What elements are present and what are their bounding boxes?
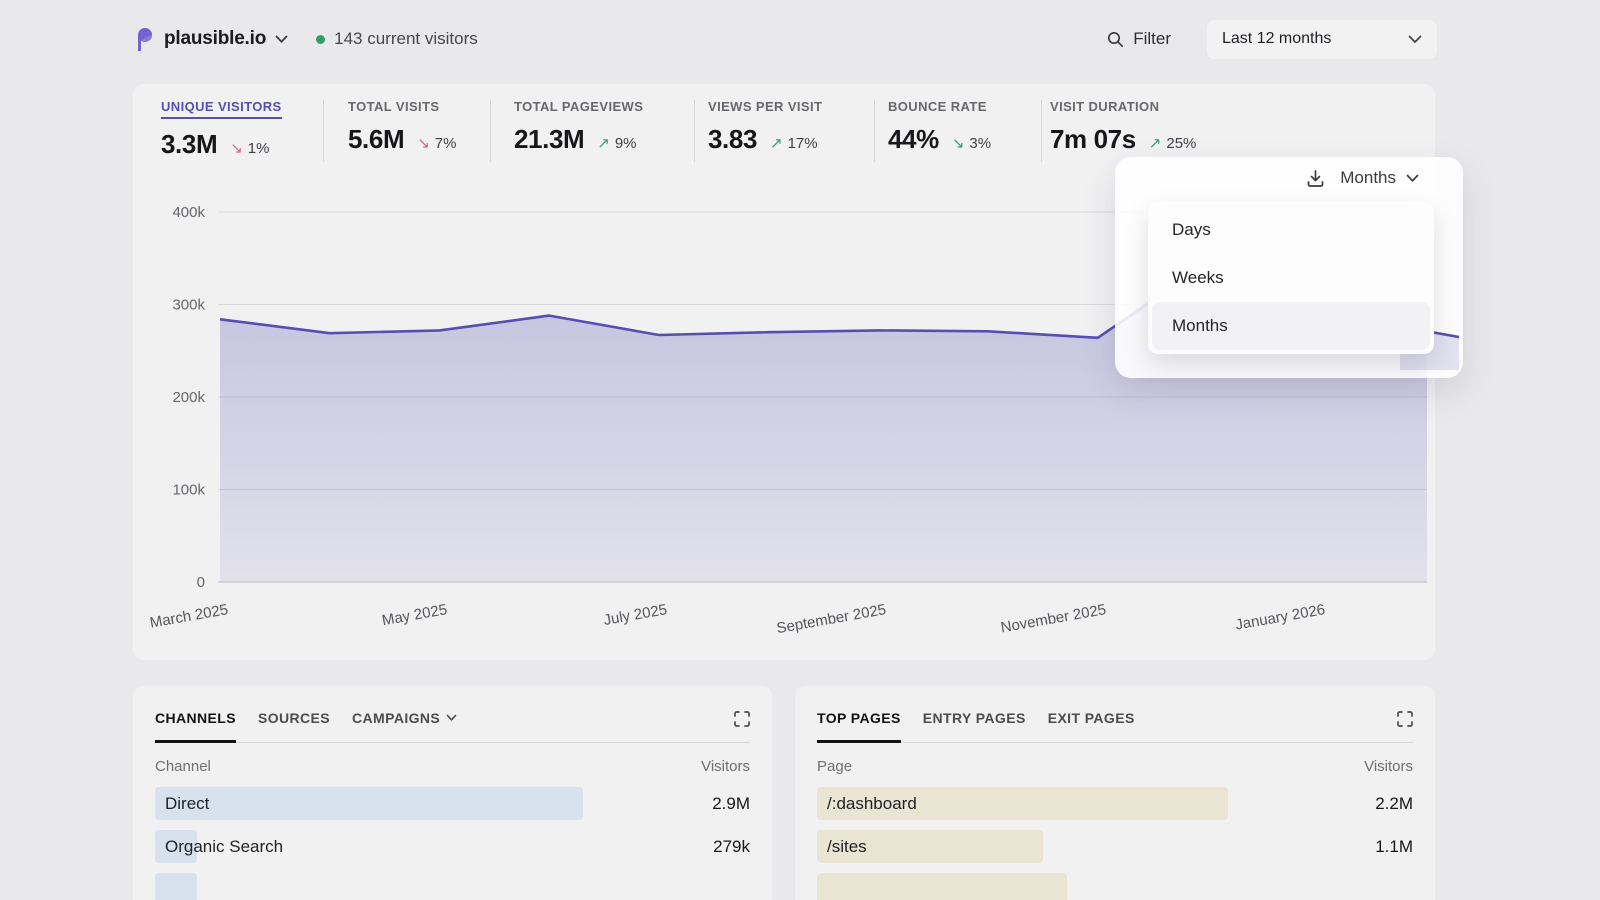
- site-name: plausible.io: [164, 28, 266, 50]
- channels-table: Direct 2.9M Organic Search 279k: [155, 787, 750, 900]
- row-value: 2.9M: [712, 794, 750, 814]
- interval-dropdown-button[interactable]: Months: [1340, 168, 1419, 188]
- date-range-value: Last 12 months: [1222, 30, 1331, 48]
- tab-label: TOP PAGES: [817, 710, 901, 726]
- table-row[interactable]: /sites 1.1M: [817, 830, 1413, 863]
- pages-panel: TOP PAGES ENTRY PAGES EXIT PAGES Page Visi…: [795, 686, 1435, 900]
- row-label: /sites: [817, 837, 867, 857]
- row-label: Organic Search: [155, 837, 283, 857]
- expand-icon: [1397, 711, 1413, 727]
- visitors-column-header: Visitors: [1364, 758, 1413, 775]
- channels-tab-sources[interactable]: SOURCES: [258, 710, 330, 742]
- site-switcher[interactable]: plausible.io: [133, 26, 288, 52]
- interval-option-weeks[interactable]: Weeks: [1152, 254, 1430, 302]
- date-range-selector[interactable]: Last 12 months: [1207, 20, 1437, 59]
- download-icon[interactable]: [1306, 169, 1325, 188]
- interval-menu: DaysWeeksMonths: [1148, 202, 1434, 354]
- row-label: /:dashboard: [817, 794, 917, 814]
- tab-label: ENTRY PAGES: [923, 710, 1026, 726]
- chevron-down-icon: [1406, 174, 1419, 183]
- interval-selected-value: Months: [1340, 168, 1396, 188]
- channels-tabs: CHANNELS SOURCES CAMPAIGNS: [155, 710, 750, 743]
- tab-label: CAMPAIGNS: [352, 710, 440, 726]
- current-visitors-label: 143 current visitors: [334, 29, 478, 49]
- channels-column-headers: Channel Visitors: [155, 758, 750, 775]
- row-value: 2.2M: [1375, 794, 1413, 814]
- pages-tab-entry-pages[interactable]: ENTRY PAGES: [923, 710, 1026, 742]
- channel-column-header: Channel: [155, 758, 211, 775]
- visitors-column-header: Visitors: [701, 758, 750, 775]
- row-bar: [817, 873, 1067, 900]
- y-axis-tick: 100k: [172, 482, 205, 499]
- pages-tab-exit-pages[interactable]: EXIT PAGES: [1048, 710, 1135, 742]
- pages-tabs: TOP PAGES ENTRY PAGES EXIT PAGES: [817, 710, 1413, 743]
- channels-panel: CHANNELS SOURCES CAMPAIGNS Channel Visitor…: [133, 686, 772, 900]
- channels-expand-button[interactable]: [734, 710, 750, 727]
- table-row[interactable]: Direct 2.9M: [155, 787, 750, 820]
- channels-tab-campaigns[interactable]: CAMPAIGNS: [352, 710, 457, 742]
- interval-trigger: Months: [1306, 168, 1419, 188]
- y-axis-tick: 200k: [172, 389, 205, 406]
- y-axis-tick: 400k: [172, 204, 205, 221]
- search-icon: [1107, 31, 1124, 48]
- chevron-down-icon: [275, 35, 288, 44]
- pages-expand-button[interactable]: [1397, 710, 1413, 727]
- plausible-logo-icon: [133, 26, 155, 52]
- table-row-partial: [817, 873, 1413, 900]
- tab-label: SOURCES: [258, 710, 330, 726]
- filter-button[interactable]: Filter: [1107, 29, 1171, 49]
- pages-column-headers: Page Visitors: [817, 758, 1413, 775]
- table-row[interactable]: /:dashboard 2.2M: [817, 787, 1413, 820]
- y-axis-tick: 0: [197, 574, 205, 591]
- tab-label: CHANNELS: [155, 710, 236, 726]
- tab-label: EXIT PAGES: [1048, 710, 1135, 726]
- pages-table: /:dashboard 2.2M/sites 1.1M: [817, 787, 1413, 900]
- row-value: 1.1M: [1375, 837, 1413, 857]
- live-dot-icon: [316, 35, 325, 44]
- table-row-partial: [155, 873, 750, 900]
- current-visitors[interactable]: 143 current visitors: [316, 29, 478, 49]
- interval-option-days[interactable]: Days: [1152, 206, 1430, 254]
- chevron-down-icon: [446, 714, 457, 722]
- row-bar: [155, 873, 197, 900]
- row-value: 279k: [713, 837, 750, 857]
- pages-tab-top-pages[interactable]: TOP PAGES: [817, 710, 901, 742]
- table-row[interactable]: Organic Search 279k: [155, 830, 750, 863]
- page-column-header: Page: [817, 758, 852, 775]
- top-bar: plausible.io 143 current visitors Filter…: [133, 0, 1437, 78]
- y-axis-tick: 300k: [172, 297, 205, 314]
- filter-label: Filter: [1133, 29, 1171, 49]
- channels-tab-channels[interactable]: CHANNELS: [155, 710, 236, 742]
- row-bar: [155, 787, 583, 820]
- interval-option-months[interactable]: Months: [1152, 302, 1430, 350]
- analytics-dashboard: plausible.io 143 current visitors Filter…: [0, 0, 1600, 900]
- top-bar-right: Filter Last 12 months: [1107, 20, 1437, 59]
- expand-icon: [734, 711, 750, 727]
- row-label: Direct: [155, 794, 209, 814]
- chevron-down-icon: [1408, 35, 1422, 44]
